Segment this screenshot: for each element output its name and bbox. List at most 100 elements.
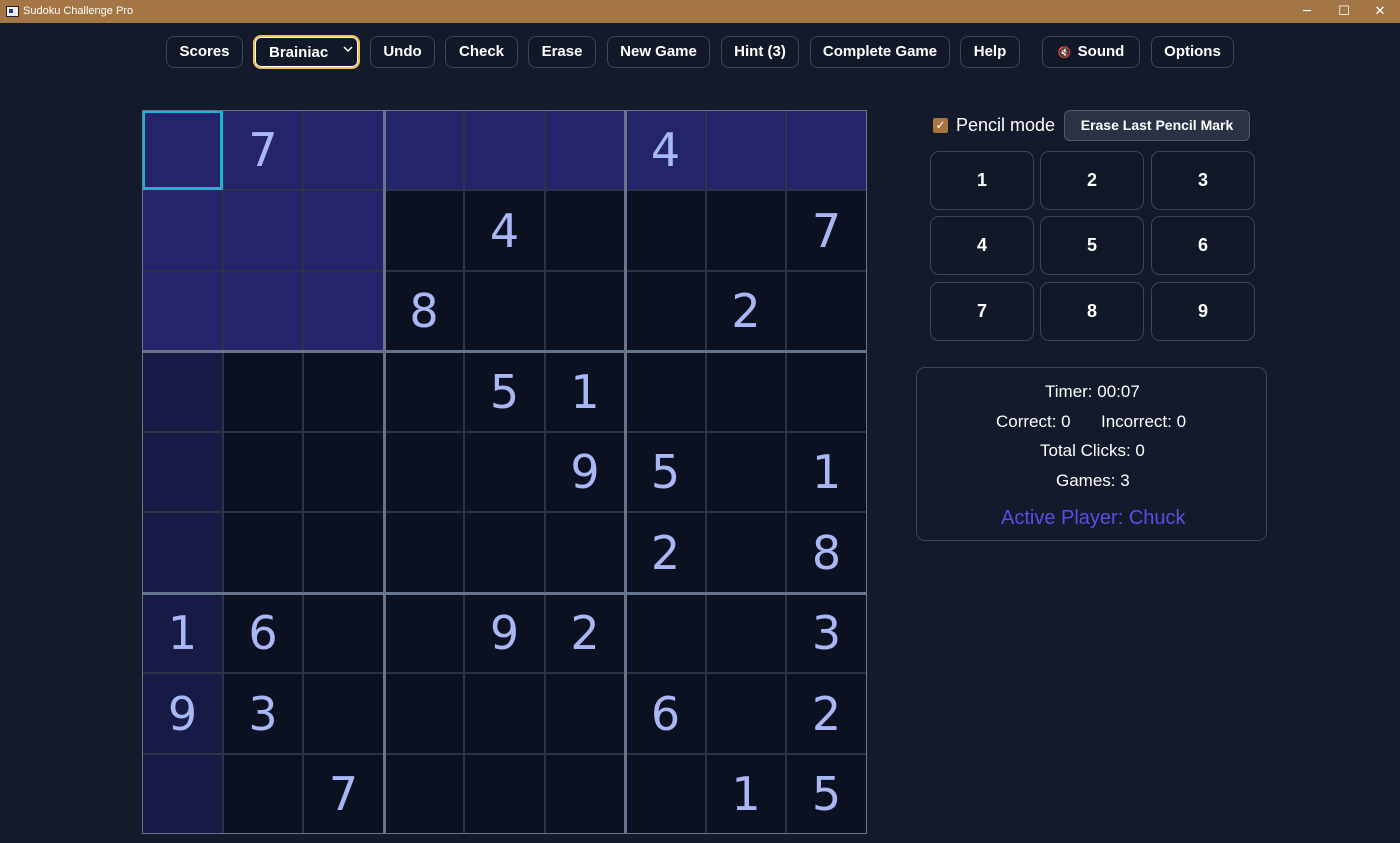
numpad-button-1[interactable]: 1: [930, 151, 1034, 210]
board-cell-r7-c9[interactable]: 3: [786, 593, 867, 673]
numpad-button-4[interactable]: 4: [930, 216, 1034, 275]
board-cell-r6-c6[interactable]: [545, 512, 625, 593]
board-cell-r6-c8[interactable]: [706, 512, 786, 593]
board-cell-r8-c1[interactable]: 9: [142, 673, 223, 754]
board-cell-r1-c7[interactable]: 4: [625, 110, 706, 190]
board-cell-r5-c8[interactable]: [706, 432, 786, 512]
board-cell-r3-c8[interactable]: 2: [706, 271, 786, 351]
board-cell-r3-c6[interactable]: [545, 271, 625, 351]
board-cell-r3-c3[interactable]: [303, 271, 384, 351]
board-cell-r5-c4[interactable]: [384, 432, 464, 512]
board-cell-r2-c6[interactable]: [545, 190, 625, 271]
numpad-button-7[interactable]: 7: [930, 282, 1034, 341]
numpad-button-2[interactable]: 2: [1040, 151, 1144, 210]
board-cell-r3-c4[interactable]: 8: [384, 271, 464, 351]
board-cell-r3-c5[interactable]: [464, 271, 545, 351]
board-cell-r8-c2[interactable]: 3: [223, 673, 303, 754]
board-cell-r2-c8[interactable]: [706, 190, 786, 271]
numpad-button-5[interactable]: 5: [1040, 216, 1144, 275]
help-button[interactable]: Help: [960, 36, 1020, 68]
new-game-button[interactable]: New Game: [607, 36, 710, 68]
board-cell-r3-c9[interactable]: [786, 271, 867, 351]
board-cell-r1-c1[interactable]: [142, 110, 223, 190]
board-cell-r3-c7[interactable]: [625, 271, 706, 351]
board-cell-r1-c2[interactable]: 7: [223, 110, 303, 190]
board-cell-r5-c7[interactable]: 5: [625, 432, 706, 512]
board-cell-r9-c3[interactable]: 7: [303, 754, 384, 834]
board-cell-r6-c2[interactable]: [223, 512, 303, 593]
board-cell-r4-c4[interactable]: [384, 351, 464, 432]
board-cell-r4-c8[interactable]: [706, 351, 786, 432]
board-cell-r6-c9[interactable]: 8: [786, 512, 867, 593]
board-cell-r7-c4[interactable]: [384, 593, 464, 673]
board-cell-r9-c6[interactable]: [545, 754, 625, 834]
board-cell-r1-c9[interactable]: [786, 110, 867, 190]
board-cell-r4-c2[interactable]: [223, 351, 303, 432]
board-cell-r3-c2[interactable]: [223, 271, 303, 351]
board-cell-r1-c3[interactable]: [303, 110, 384, 190]
board-cell-r2-c1[interactable]: [142, 190, 223, 271]
board-cell-r7-c2[interactable]: 6: [223, 593, 303, 673]
board-cell-r7-c3[interactable]: [303, 593, 384, 673]
board-cell-r8-c5[interactable]: [464, 673, 545, 754]
board-cell-r8-c8[interactable]: [706, 673, 786, 754]
board-cell-r9-c5[interactable]: [464, 754, 545, 834]
board-cell-r6-c1[interactable]: [142, 512, 223, 593]
scores-button[interactable]: Scores: [166, 36, 243, 68]
board-cell-r2-c7[interactable]: [625, 190, 706, 271]
board-cell-r8-c9[interactable]: 2: [786, 673, 867, 754]
board-cell-r7-c5[interactable]: 9: [464, 593, 545, 673]
board-cell-r9-c7[interactable]: [625, 754, 706, 834]
board-cell-r5-c9[interactable]: 1: [786, 432, 867, 512]
board-cell-r8-c4[interactable]: [384, 673, 464, 754]
board-cell-r9-c4[interactable]: [384, 754, 464, 834]
board-cell-r2-c4[interactable]: [384, 190, 464, 271]
check-button[interactable]: Check: [445, 36, 518, 68]
hint-button[interactable]: Hint (3): [721, 36, 799, 68]
board-cell-r5-c6[interactable]: 9: [545, 432, 625, 512]
numpad-button-9[interactable]: 9: [1151, 282, 1255, 341]
numpad-button-6[interactable]: 6: [1151, 216, 1255, 275]
board-cell-r7-c1[interactable]: 1: [142, 593, 223, 673]
board-cell-r2-c5[interactable]: 4: [464, 190, 545, 271]
board-cell-r4-c3[interactable]: [303, 351, 384, 432]
board-cell-r1-c4[interactable]: [384, 110, 464, 190]
board-cell-r7-c8[interactable]: [706, 593, 786, 673]
options-button[interactable]: Options: [1151, 36, 1234, 68]
board-cell-r6-c7[interactable]: 2: [625, 512, 706, 593]
minimize-button[interactable]: ─: [1289, 0, 1325, 23]
close-button[interactable]: ✕: [1362, 0, 1398, 23]
complete-game-button[interactable]: Complete Game: [810, 36, 950, 68]
board-cell-r9-c2[interactable]: [223, 754, 303, 834]
board-cell-r2-c3[interactable]: [303, 190, 384, 271]
pencil-mode-checkbox[interactable]: ✓: [933, 118, 948, 133]
board-cell-r1-c8[interactable]: [706, 110, 786, 190]
board-cell-r5-c2[interactable]: [223, 432, 303, 512]
board-cell-r5-c3[interactable]: [303, 432, 384, 512]
undo-button[interactable]: Undo: [370, 36, 435, 68]
board-cell-r9-c8[interactable]: 1: [706, 754, 786, 834]
board-cell-r2-c9[interactable]: 7: [786, 190, 867, 271]
board-cell-r9-c9[interactable]: 5: [786, 754, 867, 834]
board-cell-r5-c1[interactable]: [142, 432, 223, 512]
board-cell-r6-c5[interactable]: [464, 512, 545, 593]
numpad-button-8[interactable]: 8: [1040, 282, 1144, 341]
board-cell-r6-c3[interactable]: [303, 512, 384, 593]
board-cell-r1-c6[interactable]: [545, 110, 625, 190]
erase-last-pencil-mark-button[interactable]: Erase Last Pencil Mark: [1064, 110, 1250, 141]
board-cell-r4-c9[interactable]: [786, 351, 867, 432]
board-cell-r8-c7[interactable]: 6: [625, 673, 706, 754]
board-cell-r4-c7[interactable]: [625, 351, 706, 432]
board-cell-r2-c2[interactable]: [223, 190, 303, 271]
board-cell-r8-c6[interactable]: [545, 673, 625, 754]
maximize-button[interactable]: ☐: [1326, 0, 1362, 23]
numpad-button-3[interactable]: 3: [1151, 151, 1255, 210]
board-cell-r4-c5[interactable]: 5: [464, 351, 545, 432]
sound-button[interactable]: 🔇 Sound: [1042, 36, 1140, 68]
board-cell-r6-c4[interactable]: [384, 512, 464, 593]
board-cell-r1-c5[interactable]: [464, 110, 545, 190]
board-cell-r7-c7[interactable]: [625, 593, 706, 673]
board-cell-r5-c5[interactable]: [464, 432, 545, 512]
board-cell-r3-c1[interactable]: [142, 271, 223, 351]
board-cell-r8-c3[interactable]: [303, 673, 384, 754]
